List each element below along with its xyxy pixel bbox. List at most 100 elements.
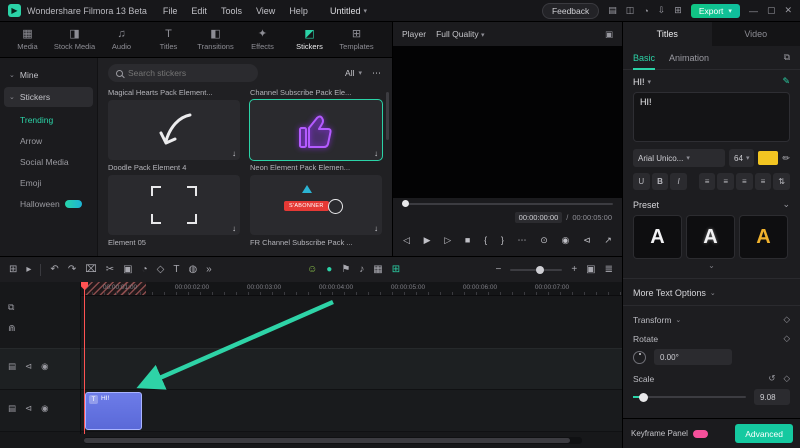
tab-transitions[interactable]: ◧Transitions <box>192 29 239 51</box>
scale-slider-handle[interactable] <box>639 393 648 402</box>
track-manager-button[interactable]: ≣ <box>605 264 613 275</box>
download-icon[interactable]: ↓ <box>232 224 236 233</box>
render-button[interactable]: ⊞ <box>392 264 400 275</box>
timeline-ruler[interactable]: 00:00:01:00 00:00:02:00 00:00:03:00 00:0… <box>80 282 622 296</box>
camera-button[interactable]: ◉ <box>562 235 570 246</box>
mark-in-button[interactable]: { <box>484 235 487 245</box>
fit-timeline-button[interactable]: ▣ <box>586 264 595 275</box>
zoom-in-button[interactable]: + <box>571 264 577 275</box>
menu-tools[interactable]: Tools <box>221 6 242 16</box>
mark-out-button[interactable]: } <box>501 235 504 245</box>
scrollbar[interactable] <box>386 92 389 140</box>
menu-view[interactable]: View <box>256 6 275 16</box>
display-mode-icon[interactable]: ◫ <box>626 5 635 16</box>
voiceover-button[interactable]: ♪ <box>359 264 364 275</box>
sidebar-item-mine[interactable]: ⌄Mine <box>0 64 97 85</box>
tab-titles-properties[interactable]: Titles <box>623 22 712 46</box>
sticker-thumb-neon-thumbsup[interactable]: ↓ <box>250 100 382 160</box>
keyframe-button[interactable]: ◇ <box>157 264 165 275</box>
align-left-button[interactable]: ≡ <box>699 173 716 190</box>
more-options-icon[interactable]: ⋯ <box>372 68 382 79</box>
rotate-value-input[interactable]: 0.00° <box>654 349 732 365</box>
filter-dropdown[interactable]: All ▾ <box>345 68 362 78</box>
sidebar-item-trending[interactable]: Trending <box>0 109 97 130</box>
tab-audio[interactable]: ♫Audio <box>98 29 145 51</box>
display-settings-icon[interactable]: ▣ <box>605 29 613 40</box>
quality-dropdown[interactable]: Full Quality ▾ <box>436 29 484 39</box>
playhead[interactable] <box>84 282 85 434</box>
title-clip[interactable]: T HI! <box>85 392 142 430</box>
sidebar-item-social-media[interactable]: Social Media <box>0 151 97 172</box>
subtab-animation[interactable]: Animation <box>669 46 709 70</box>
manage-tracks-icon[interactable]: ⧉ <box>8 302 16 313</box>
updates-icon[interactable]: ⇩ <box>658 5 666 16</box>
snap-magnet-icon[interactable]: ⋒ <box>8 323 16 334</box>
hide-track-icon[interactable]: ◉ <box>41 361 48 372</box>
sticker-thumb-subscribe[interactable]: S'ABONNER ↓ <box>250 175 382 235</box>
layout-icon[interactable]: ▤ <box>608 5 617 16</box>
mosaic-button[interactable]: ▦ <box>373 264 382 275</box>
export-button[interactable]: Export ▾ <box>691 4 740 18</box>
rotate-keyframe-icon[interactable]: ◇ <box>783 333 790 344</box>
project-title[interactable]: Untitled ▾ <box>330 0 367 22</box>
hide-track-icon[interactable]: ◉ <box>41 403 48 414</box>
maximize-button[interactable]: ▢ <box>767 5 776 16</box>
keyframe-panel-label[interactable]: Keyframe Panel <box>631 429 688 438</box>
menu-file[interactable]: File <box>163 6 178 16</box>
more-options-button[interactable]: ⋯ <box>518 235 527 246</box>
menu-help[interactable]: Help <box>289 6 308 16</box>
snapshot-button[interactable]: ⊙ <box>540 235 548 246</box>
tab-stock-media[interactable]: ◨Stock Media <box>51 29 98 51</box>
font-family-dropdown[interactable]: Arial Unico... ▾ <box>633 149 725 167</box>
track-options-icon[interactable]: ▤ <box>8 361 16 372</box>
sidebar-item-arrow[interactable]: Arrow <box>0 130 97 151</box>
feedback-button[interactable]: Feedback <box>542 3 599 19</box>
underline-button[interactable]: U <box>633 173 650 190</box>
play-button[interactable]: ▶ <box>424 235 431 246</box>
notifications-icon[interactable]: ◔ <box>643 6 648 16</box>
emoji-button[interactable]: ☺ <box>307 264 317 275</box>
track-lane-1[interactable] <box>0 348 622 390</box>
align-center-button[interactable]: ≡ <box>717 173 734 190</box>
video-preview[interactable] <box>393 46 622 198</box>
bold-button[interactable]: B <box>652 173 669 190</box>
chevron-down-icon[interactable]: ⌄ <box>782 199 790 210</box>
transform-section-label[interactable]: Transform <box>633 315 671 325</box>
eyedropper-icon[interactable]: ✏ <box>782 153 790 164</box>
previous-frame-button[interactable]: ◁ <box>403 235 410 246</box>
text-input[interactable]: HI! <box>633 92 790 142</box>
download-icon[interactable]: ↓ <box>232 149 236 158</box>
sidebar-item-stickers[interactable]: ⌄Stickers <box>4 87 93 107</box>
font-size-dropdown[interactable]: 64 ▾ <box>729 149 754 167</box>
tab-media[interactable]: ▦Media <box>4 29 51 51</box>
tab-effects[interactable]: ✦Effects <box>239 29 286 51</box>
rotate-knob[interactable] <box>633 351 646 364</box>
redo-button[interactable]: ↷ <box>68 264 76 275</box>
sticker-thumb-doodle-arrow[interactable]: ↓ <box>108 100 240 160</box>
record-button[interactable]: ● <box>326 264 332 275</box>
advanced-button[interactable]: Advanced <box>735 424 793 443</box>
more-tools-button[interactable]: » <box>206 264 212 275</box>
tab-video-properties[interactable]: Video <box>712 22 800 46</box>
preset-thumbnail-3[interactable]: A <box>739 215 788 259</box>
volume-button[interactable]: ⊲ <box>583 235 591 246</box>
stop-button[interactable]: ■ <box>465 235 470 245</box>
menu-edit[interactable]: Edit <box>191 6 207 16</box>
speed-button[interactable]: ◔ <box>142 264 148 275</box>
zoom-slider[interactable] <box>510 269 562 271</box>
sidebar-item-halloween[interactable]: Halloween <box>0 193 97 214</box>
marker-button[interactable]: ⚑ <box>341 264 350 275</box>
scale-reset-icon[interactable]: ↺ <box>768 373 775 384</box>
align-right-button[interactable]: ≡ <box>736 173 753 190</box>
crop-button[interactable]: ▣ <box>123 264 132 275</box>
transform-keyframe-icon[interactable]: ◇ <box>783 314 790 325</box>
close-button[interactable]: ✕ <box>784 5 792 16</box>
subtab-basic[interactable]: Basic <box>633 46 655 70</box>
undo-button[interactable]: ↶ <box>50 264 58 275</box>
scale-value-input[interactable]: 9.08 <box>754 389 790 405</box>
preset-expand-icon[interactable]: ⌄ <box>633 261 790 271</box>
scale-slider[interactable] <box>633 396 746 398</box>
delete-button[interactable]: ⌧ <box>85 264 97 275</box>
sticker-thumb-frame[interactable]: ↓ <box>108 175 240 235</box>
search-input[interactable] <box>128 68 238 78</box>
